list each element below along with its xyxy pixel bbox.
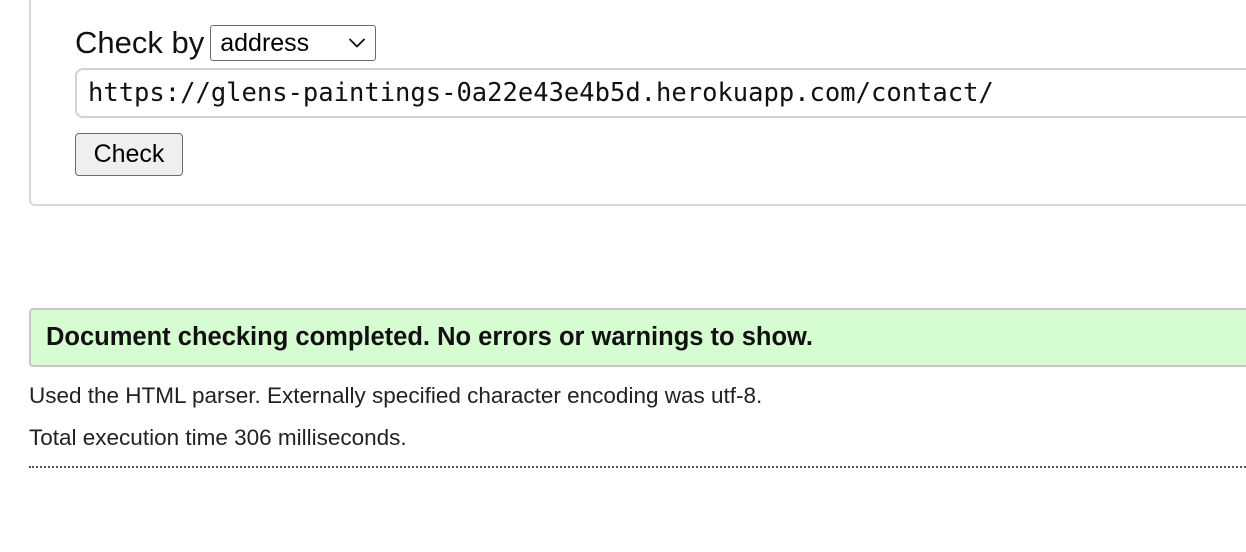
check-by-label: Check by — [75, 25, 205, 60]
chevron-down-icon — [348, 37, 366, 49]
check-button[interactable]: Check — [75, 133, 183, 176]
check-by-select[interactable]: address — [210, 25, 377, 61]
parser-info: Used the HTML parser. Externally specifi… — [29, 383, 763, 408]
dotted-divider — [29, 466, 1246, 468]
check-by-select-value: address — [220, 28, 310, 57]
url-input[interactable]: https://glens-paintings-0a22e43e4b5d.her… — [75, 68, 1246, 118]
success-banner: Document checking completed. No errors o… — [29, 308, 1246, 367]
success-message: Document checking completed. No errors o… — [46, 323, 814, 351]
check-by-row: Check by address — [75, 23, 377, 63]
execution-time: Total execution time 306 milliseconds. — [29, 425, 407, 450]
